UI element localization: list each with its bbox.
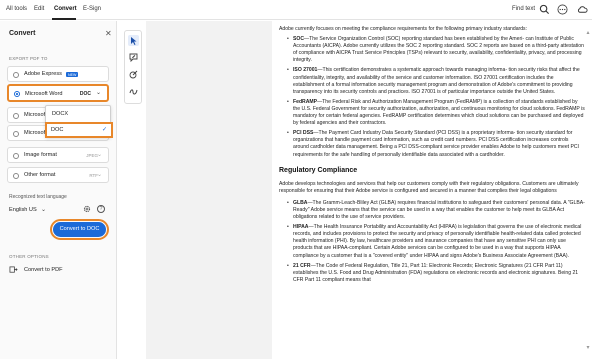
- help-icon[interactable]: ?: [97, 205, 105, 213]
- freehand-tool[interactable]: [128, 86, 139, 97]
- regulations-list: GLBA—The Gramm-Leach-Bliley Act (GLBA) r…: [279, 200, 585, 284]
- scrollbar[interactable]: [586, 30, 590, 350]
- term: FedRAMP: [293, 98, 318, 105]
- document-viewer: Adobe currently focuses on meeting the c…: [146, 21, 592, 359]
- option-adobe-express[interactable]: Adobe Express NEW: [7, 66, 109, 82]
- list-item: ISO 27001—This certification demonstrate…: [287, 67, 585, 95]
- convert-panel: Convert ✕ EXPORT PDF TO Adobe Express NE…: [0, 21, 117, 359]
- radio-other-format[interactable]: [13, 173, 19, 179]
- list-item: HIPAA—The Health Insurance Portability a…: [287, 224, 585, 259]
- radio-adobe-express[interactable]: [13, 72, 19, 78]
- radio-microsoft-powerpoint[interactable]: [13, 131, 19, 137]
- description: —The Code of Federal Regulation, Title 2…: [293, 262, 579, 283]
- chevron-down-icon[interactable]: ⌄: [41, 206, 46, 213]
- top-toolbar: All tools Edit Convert E-Sign Find text: [0, 0, 592, 20]
- chevron-down-icon[interactable]: ⌄: [97, 151, 102, 158]
- language-select[interactable]: English US: [9, 207, 37, 213]
- dropdown-item-label: DOCX: [52, 110, 69, 117]
- tab-e-sign[interactable]: E-Sign: [83, 6, 101, 12]
- list-item: PCI DSS—The Payment Card Industry Data S…: [287, 130, 585, 158]
- draw-tool[interactable]: [128, 69, 139, 80]
- term: 21 CFR: [293, 262, 311, 269]
- regulatory-paragraph: Adobe develops technologies and services…: [279, 180, 579, 194]
- search-icon[interactable]: [539, 4, 550, 15]
- language-label: Recognized text language: [9, 194, 67, 200]
- option-microsoft-word[interactable]: Microsoft Word DOC ⌄: [7, 84, 109, 102]
- term: SOC: [293, 36, 305, 43]
- section-heading: Regulatory Compliance: [279, 166, 358, 174]
- new-badge: NEW: [66, 72, 79, 77]
- freehand-icon: [129, 89, 138, 95]
- other-options-label: OTHER OPTIONS: [9, 254, 49, 259]
- chevron-down-icon[interactable]: ⌄: [97, 171, 102, 178]
- panel-title: Convert: [9, 30, 36, 37]
- radio-microsoft-word[interactable]: [14, 91, 20, 97]
- cloud-icon[interactable]: [577, 4, 588, 15]
- radio-microsoft-excel[interactable]: [13, 113, 19, 119]
- convert-to-pdf-link[interactable]: Convert to PDF: [24, 267, 63, 273]
- dropdown-item-label: DOC: [51, 126, 64, 133]
- intro-paragraph: Adobe currently focuses on meeting the c…: [279, 26, 528, 32]
- convert-pdf-icon: [9, 266, 18, 273]
- annotation-toolbar: [124, 30, 142, 104]
- radio-image-format[interactable]: [13, 153, 19, 159]
- description: —This certification demonstrates a syste…: [293, 67, 580, 95]
- word-format-select[interactable]: DOC: [80, 91, 91, 97]
- close-icon[interactable]: ✕: [105, 29, 112, 38]
- option-label: Adobe Express: [24, 71, 62, 77]
- option-label: Microsoft Word: [25, 90, 63, 97]
- select-tool[interactable]: [128, 35, 139, 46]
- dropdown-item-doc[interactable]: DOC ✓: [45, 122, 113, 138]
- convert-button[interactable]: Convert to DOC: [53, 222, 106, 237]
- cursor-icon: [131, 37, 137, 45]
- term: HIPAA: [293, 224, 309, 231]
- dropdown-item-docx[interactable]: DOCX: [47, 107, 109, 120]
- comment-tool[interactable]: [128, 52, 139, 63]
- pen-icon: [129, 70, 138, 79]
- checkmark-icon: ✓: [101, 127, 107, 133]
- description: —The Federal Risk and Authorization Mana…: [293, 98, 585, 127]
- standards-list: SOC—The Service Organization Control (SO…: [279, 36, 585, 159]
- description: —The Service Organization Control (SOC) …: [293, 36, 584, 64]
- gear-icon[interactable]: [83, 205, 91, 213]
- tab-edit[interactable]: Edit: [34, 6, 44, 12]
- export-section-label: EXPORT PDF TO: [9, 56, 48, 61]
- convert-button-highlight: Convert to DOC: [50, 219, 109, 240]
- list-item: 21 CFR—The Code of Federal Regulation, T…: [287, 262, 585, 284]
- description: —The Payment Card Industry Data Security…: [293, 130, 579, 158]
- more-options-icon[interactable]: [557, 4, 568, 15]
- tab-convert[interactable]: Convert: [54, 6, 77, 12]
- term: GLBA: [293, 199, 308, 206]
- option-label: Microsoft: [24, 130, 47, 136]
- list-item: GLBA—The Gramm-Leach-Bliley Act (GLBA) r…: [287, 199, 585, 221]
- find-text-label[interactable]: Find text: [512, 6, 535, 12]
- list-item: FedRAMP—The Federal Risk and Authorizati…: [287, 98, 585, 127]
- document-page: Adobe currently focuses on meeting the c…: [272, 21, 592, 359]
- option-image-format[interactable]: Image format JPEG ⌄: [7, 147, 109, 163]
- description: —The Gramm-Leach-Bliley Act (GLBA) requi…: [293, 199, 585, 221]
- option-label: Microsoft: [24, 112, 47, 118]
- comment-icon: [129, 53, 138, 63]
- tab-all-tools[interactable]: All tools: [6, 6, 27, 12]
- description: —The Health Insurance Portability and Ac…: [293, 224, 582, 259]
- option-other-format[interactable]: Other format RTF ⌄: [7, 167, 109, 183]
- option-label: Image format: [24, 152, 57, 158]
- term: PCI DSS: [293, 130, 314, 137]
- term: ISO 27001: [293, 67, 318, 74]
- word-format-dropdown: DOCX DOC ✓: [45, 105, 113, 138]
- option-label: Other format: [24, 172, 56, 178]
- chevron-down-icon[interactable]: ⌄: [96, 89, 101, 96]
- list-item: SOC—The Service Organization Control (SO…: [287, 36, 585, 64]
- active-tab-indicator: [52, 18, 76, 20]
